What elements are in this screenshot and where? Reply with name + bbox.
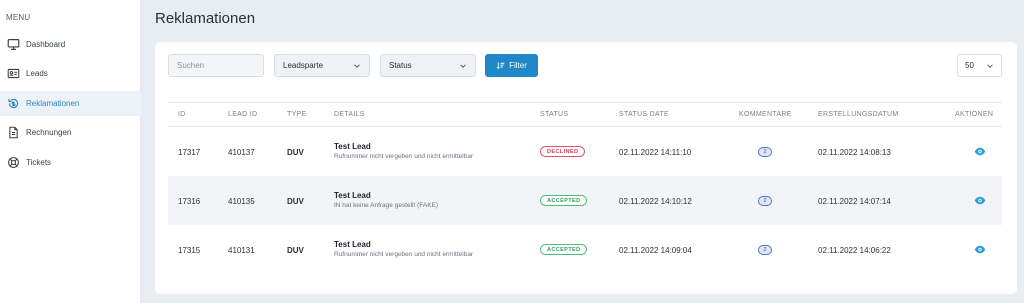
main-card: Leadsparte Status Filter 50 ID LEAD ID T… bbox=[155, 42, 1017, 294]
sidebar-item-label: Dashboard bbox=[26, 40, 66, 49]
sidebar-item-reklamationen[interactable]: Reklamationen bbox=[0, 91, 141, 116]
sidebar-item-leads[interactable]: Leads bbox=[0, 61, 141, 86]
comment-count-badge[interactable]: 2 bbox=[758, 147, 772, 157]
table-header: ID LEAD ID TYPE DETAILS STATUS STATUS DA… bbox=[168, 102, 1002, 127]
monitor-icon bbox=[6, 38, 20, 52]
page-title: Reklamationen bbox=[155, 10, 256, 27]
comment-count-badge[interactable]: 2 bbox=[758, 245, 772, 255]
chevron-down-icon bbox=[987, 63, 993, 68]
cell-type: DUV bbox=[287, 197, 304, 206]
cell-details-title: Test Lead bbox=[334, 191, 371, 200]
cell-type: DUV bbox=[287, 148, 304, 157]
cell-status-date: 02.11.2022 14:11:10 bbox=[619, 148, 692, 157]
sidebar-item-dashboard[interactable]: Dashboard bbox=[0, 32, 141, 57]
filter-button[interactable]: Filter bbox=[485, 54, 538, 77]
sidebar-item-label: Reklamationen bbox=[26, 99, 80, 108]
page-size-select[interactable]: 50 bbox=[957, 54, 1002, 77]
cell-type: DUV bbox=[287, 246, 304, 255]
header-erstellungsdatum: ERSTELLUNGSDATUM bbox=[818, 111, 899, 118]
cell-id: 17317 bbox=[178, 148, 201, 157]
status-select-label: Status bbox=[389, 61, 412, 70]
view-eye-icon[interactable] bbox=[974, 245, 986, 254]
cell-erstellungsdatum: 02.11.2022 14:06:22 bbox=[818, 246, 891, 255]
cell-details-subtitle: IN hat keine Anfrage gestellt (FAKE) bbox=[334, 202, 439, 209]
status-badge: DECLINED bbox=[540, 146, 586, 157]
cell-lead-id: 410137 bbox=[228, 148, 255, 157]
chevron-down-icon bbox=[354, 63, 360, 68]
sidebar-item-tickets[interactable]: Tickets bbox=[0, 150, 141, 175]
leadsparte-select[interactable]: Leadsparte bbox=[274, 54, 370, 77]
header-kommentare: KOMMENTARE bbox=[739, 111, 792, 118]
sidebar: MENU Dashboard Leads Reklamationen Rechn… bbox=[0, 0, 141, 303]
sidebar-item-label: Rechnungen bbox=[26, 128, 72, 137]
sidebar-item-rechnungen[interactable]: Rechnungen bbox=[0, 120, 141, 145]
header-type: TYPE bbox=[287, 111, 307, 118]
lifebuoy-icon bbox=[6, 156, 20, 170]
sort-filter-icon bbox=[496, 62, 505, 70]
id-card-icon bbox=[6, 67, 20, 81]
cell-status-date: 02.11.2022 14:09:04 bbox=[619, 246, 692, 255]
cell-status-date: 02.11.2022 14:10:12 bbox=[619, 197, 692, 206]
table-row: 17316 410135 DUV Test Lead IN hat keine … bbox=[168, 176, 1002, 225]
table-row: 17315 410131 DUV Test Lead Rufnummer nic… bbox=[168, 225, 1002, 274]
cell-lead-id: 410135 bbox=[228, 197, 255, 206]
view-eye-icon[interactable] bbox=[974, 196, 986, 205]
header-status-date: STATUS DATE bbox=[619, 111, 669, 118]
sidebar-item-label: Leads bbox=[26, 69, 48, 78]
cell-details-title: Test Lead bbox=[334, 240, 371, 249]
reklamationen-table: ID LEAD ID TYPE DETAILS STATUS STATUS DA… bbox=[168, 102, 1002, 274]
sidebar-item-label: Tickets bbox=[26, 158, 52, 167]
comment-count-badge[interactable]: 2 bbox=[758, 196, 772, 206]
cell-details-subtitle: Rufnummer nicht vergeben und nicht ermit… bbox=[334, 153, 474, 160]
header-aktionen: AKTIONEN bbox=[955, 111, 994, 118]
cell-lead-id: 410131 bbox=[228, 246, 255, 255]
cell-id: 17316 bbox=[178, 197, 201, 206]
header-details: DETAILS bbox=[334, 111, 365, 118]
cell-erstellungsdatum: 02.11.2022 14:07:14 bbox=[818, 197, 891, 206]
leadsparte-select-label: Leadsparte bbox=[283, 61, 324, 70]
cell-id: 17315 bbox=[178, 246, 201, 255]
status-select[interactable]: Status bbox=[380, 54, 476, 77]
cell-details-title: Test Lead bbox=[334, 142, 371, 151]
filter-button-label: Filter bbox=[509, 61, 527, 70]
status-badge: ACCEPTED bbox=[540, 244, 588, 255]
header-id: ID bbox=[178, 111, 186, 118]
header-status: STATUS bbox=[540, 111, 569, 118]
status-badge: ACCEPTED bbox=[540, 195, 588, 206]
invoice-icon bbox=[6, 126, 20, 140]
refund-icon bbox=[6, 97, 20, 111]
search-input[interactable] bbox=[168, 54, 264, 77]
page-size-value: 50 bbox=[965, 61, 974, 70]
cell-erstellungsdatum: 02.11.2022 14:08:13 bbox=[818, 148, 891, 157]
header-lead-id: LEAD ID bbox=[228, 111, 258, 118]
cell-details-subtitle: Rufnummer nicht vergeben und nicht ermit… bbox=[334, 251, 474, 258]
view-eye-icon[interactable] bbox=[974, 147, 986, 156]
table-row: 17317 410137 DUV Test Lead Rufnummer nic… bbox=[168, 127, 1002, 176]
chevron-down-icon bbox=[460, 63, 466, 68]
menu-label: MENU bbox=[6, 13, 31, 22]
